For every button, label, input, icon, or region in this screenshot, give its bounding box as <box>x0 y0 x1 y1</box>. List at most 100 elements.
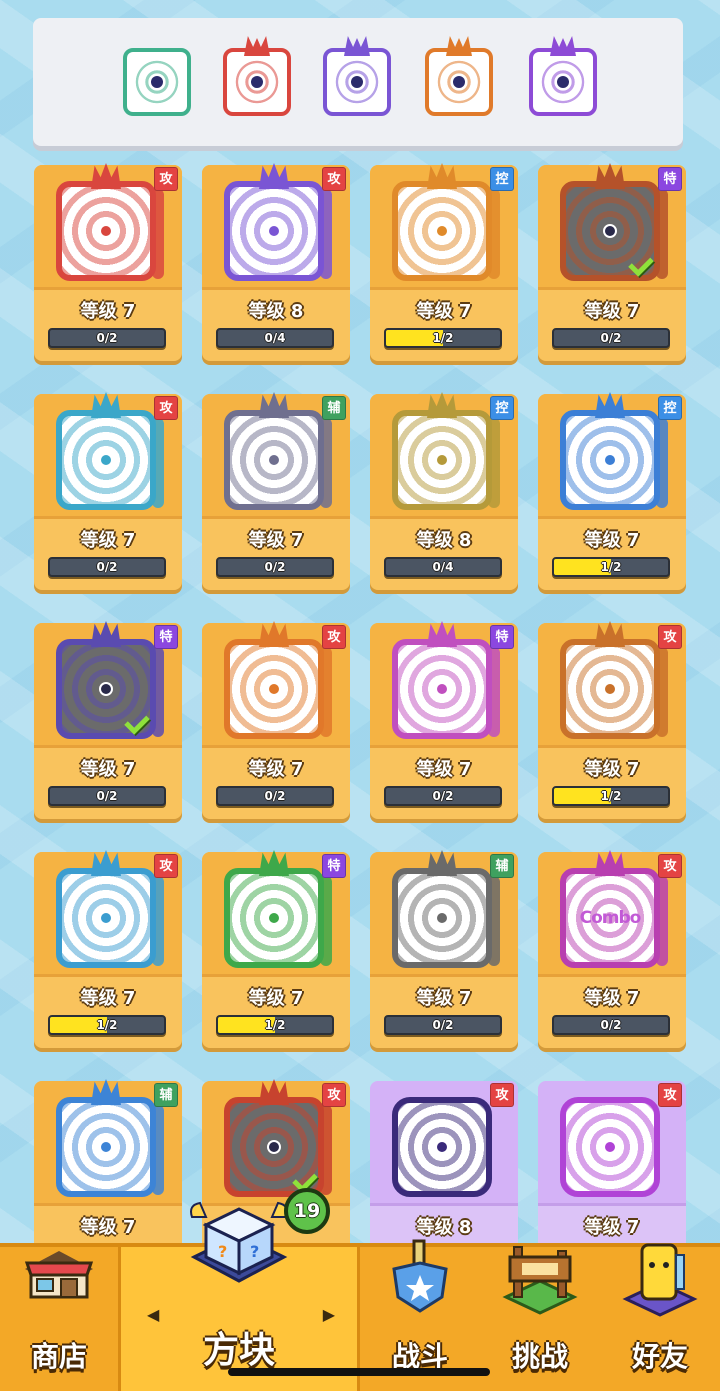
equipped-slot[interactable] <box>223 36 291 116</box>
type-badge: 攻 <box>322 167 346 191</box>
block-card[interactable]: 控等级 7 1/2 <box>370 163 518 361</box>
equipped-slot[interactable] <box>529 36 597 116</box>
dragon-tail-icon <box>656 876 668 966</box>
card-level: 等级 7 <box>584 759 640 780</box>
nav-label-friends: 好友 <box>631 1340 688 1373</box>
dragon-tail-icon <box>320 189 332 279</box>
card-level: 等级 7 <box>80 301 136 322</box>
type-badge: 攻 <box>154 167 178 191</box>
block-card[interactable]: 攻等级 8 0/4 <box>202 163 350 361</box>
card-divider <box>538 745 686 748</box>
core-orb-icon <box>435 224 449 238</box>
nav-tab-challenge[interactable]: 挑战 <box>480 1246 600 1391</box>
core-orb-icon <box>603 453 617 467</box>
block-card[interactable]: 辅等级 7 0/2 <box>370 850 518 1048</box>
block-card[interactable]: 控等级 7 1/2 <box>538 392 686 590</box>
nav-tab-shop[interactable]: 商店 <box>0 1247 118 1391</box>
card-divider <box>538 516 686 519</box>
card-divider <box>538 974 686 977</box>
card-divider <box>202 974 350 977</box>
core-orb-icon <box>267 224 281 238</box>
core-orb-icon <box>603 1140 617 1154</box>
crescent-moon-icon <box>56 1097 156 1197</box>
flame-swirl-icon <box>224 639 324 739</box>
card-divider <box>34 745 182 748</box>
combo-word: Combo <box>579 908 642 928</box>
type-badge: 特 <box>658 167 682 191</box>
block-card[interactable]: 攻等级 7 0/2 <box>202 621 350 819</box>
new-blocks-count-badge[interactable]: 19 <box>284 1188 330 1234</box>
progress-text: 1/2 <box>432 331 454 345</box>
block-card[interactable]: Combo 攻等级 7 0/2 <box>538 850 686 1048</box>
block-card[interactable]: 特等级 7 0/2 <box>34 621 182 819</box>
pistol-icon <box>560 639 660 739</box>
block-card[interactable]: 攻等级 7 1/2 <box>538 621 686 819</box>
card-level: 等级 7 <box>584 1217 640 1238</box>
core-orb-icon <box>99 682 113 696</box>
block-card[interactable]: 攻等级 7 0/2 <box>34 392 182 590</box>
dragon-tail-icon <box>488 876 500 966</box>
upgrade-progress-bar: 0/4 <box>384 557 502 577</box>
dragon-crest-icon <box>244 36 270 56</box>
block-card[interactable]: 攻等级 7 1/2 <box>34 850 182 1048</box>
upgrade-progress-bar: 0/2 <box>216 786 334 806</box>
dragon-tail-icon <box>320 1105 332 1195</box>
card-level: 等级 7 <box>248 530 304 551</box>
block-card[interactable]: 特等级 7 0/2 <box>370 621 518 819</box>
core-orb-icon <box>151 76 163 88</box>
type-badge: 攻 <box>658 1083 682 1107</box>
card-divider <box>34 516 182 519</box>
type-badge: 特 <box>322 854 346 878</box>
combo-text-icon: Combo <box>560 868 660 968</box>
core-orb-icon <box>603 224 617 238</box>
type-badge: 辅 <box>154 1083 178 1107</box>
equipped-slot[interactable] <box>323 36 391 116</box>
card-divider <box>370 974 518 977</box>
core-orb-icon <box>435 682 449 696</box>
card-divider <box>202 287 350 290</box>
core-orb-icon <box>99 453 113 467</box>
dragon-tail-icon <box>152 876 164 966</box>
dragon-tail-icon <box>152 647 164 737</box>
upgrade-progress-bar: 1/2 <box>552 786 670 806</box>
dragon-tail-icon <box>152 189 164 279</box>
card-divider <box>538 1203 686 1206</box>
core-orb-icon <box>99 911 113 925</box>
type-badge: 攻 <box>154 396 178 420</box>
dragon-tail-icon <box>656 418 668 508</box>
core-orb-icon <box>267 1140 281 1154</box>
progress-text: 1/2 <box>600 789 622 803</box>
core-orb-icon <box>435 1140 449 1154</box>
core-orb-icon <box>99 1140 113 1154</box>
whirlpool-icon <box>56 868 156 968</box>
block-card[interactable]: 特等级 7 0/2 <box>538 163 686 361</box>
nav-tab-friends[interactable]: 好友 <box>600 1243 720 1391</box>
card-divider <box>370 1203 518 1206</box>
core-orb-icon <box>453 76 465 88</box>
gear-ring-icon <box>224 181 324 281</box>
upgrade-progress-bar: 1/2 <box>384 328 502 348</box>
upgrade-progress-bar: 0/2 <box>384 1015 502 1035</box>
dragon-crest-icon <box>446 36 472 56</box>
card-divider <box>34 1203 182 1206</box>
block-card[interactable]: 攻等级 7 0/2 <box>34 163 182 361</box>
card-divider <box>538 287 686 290</box>
equipped-slot[interactable] <box>123 48 191 116</box>
upgrade-progress-bar: 0/2 <box>552 328 670 348</box>
type-badge: 攻 <box>322 625 346 649</box>
equipped-slot[interactable] <box>425 36 493 116</box>
card-level: 等级 7 <box>248 759 304 780</box>
card-level: 等级 7 <box>80 1217 136 1238</box>
card-level: 等级 8 <box>248 301 304 322</box>
dragon-tail-icon <box>488 189 500 279</box>
upgrade-progress-bar: 1/2 <box>216 1015 334 1035</box>
totem-icon <box>56 410 156 510</box>
card-level: 等级 7 <box>80 759 136 780</box>
type-badge: 辅 <box>322 396 346 420</box>
pixel-burst-icon <box>560 1097 660 1197</box>
block-card[interactable]: 控等级 8 0/4 <box>370 392 518 590</box>
equipped-loadout-bar <box>33 18 683 146</box>
block-card[interactable]: 特等级 7 1/2 <box>202 850 350 1048</box>
type-badge: 控 <box>658 396 682 420</box>
block-card[interactable]: 辅等级 7 0/2 <box>202 392 350 590</box>
